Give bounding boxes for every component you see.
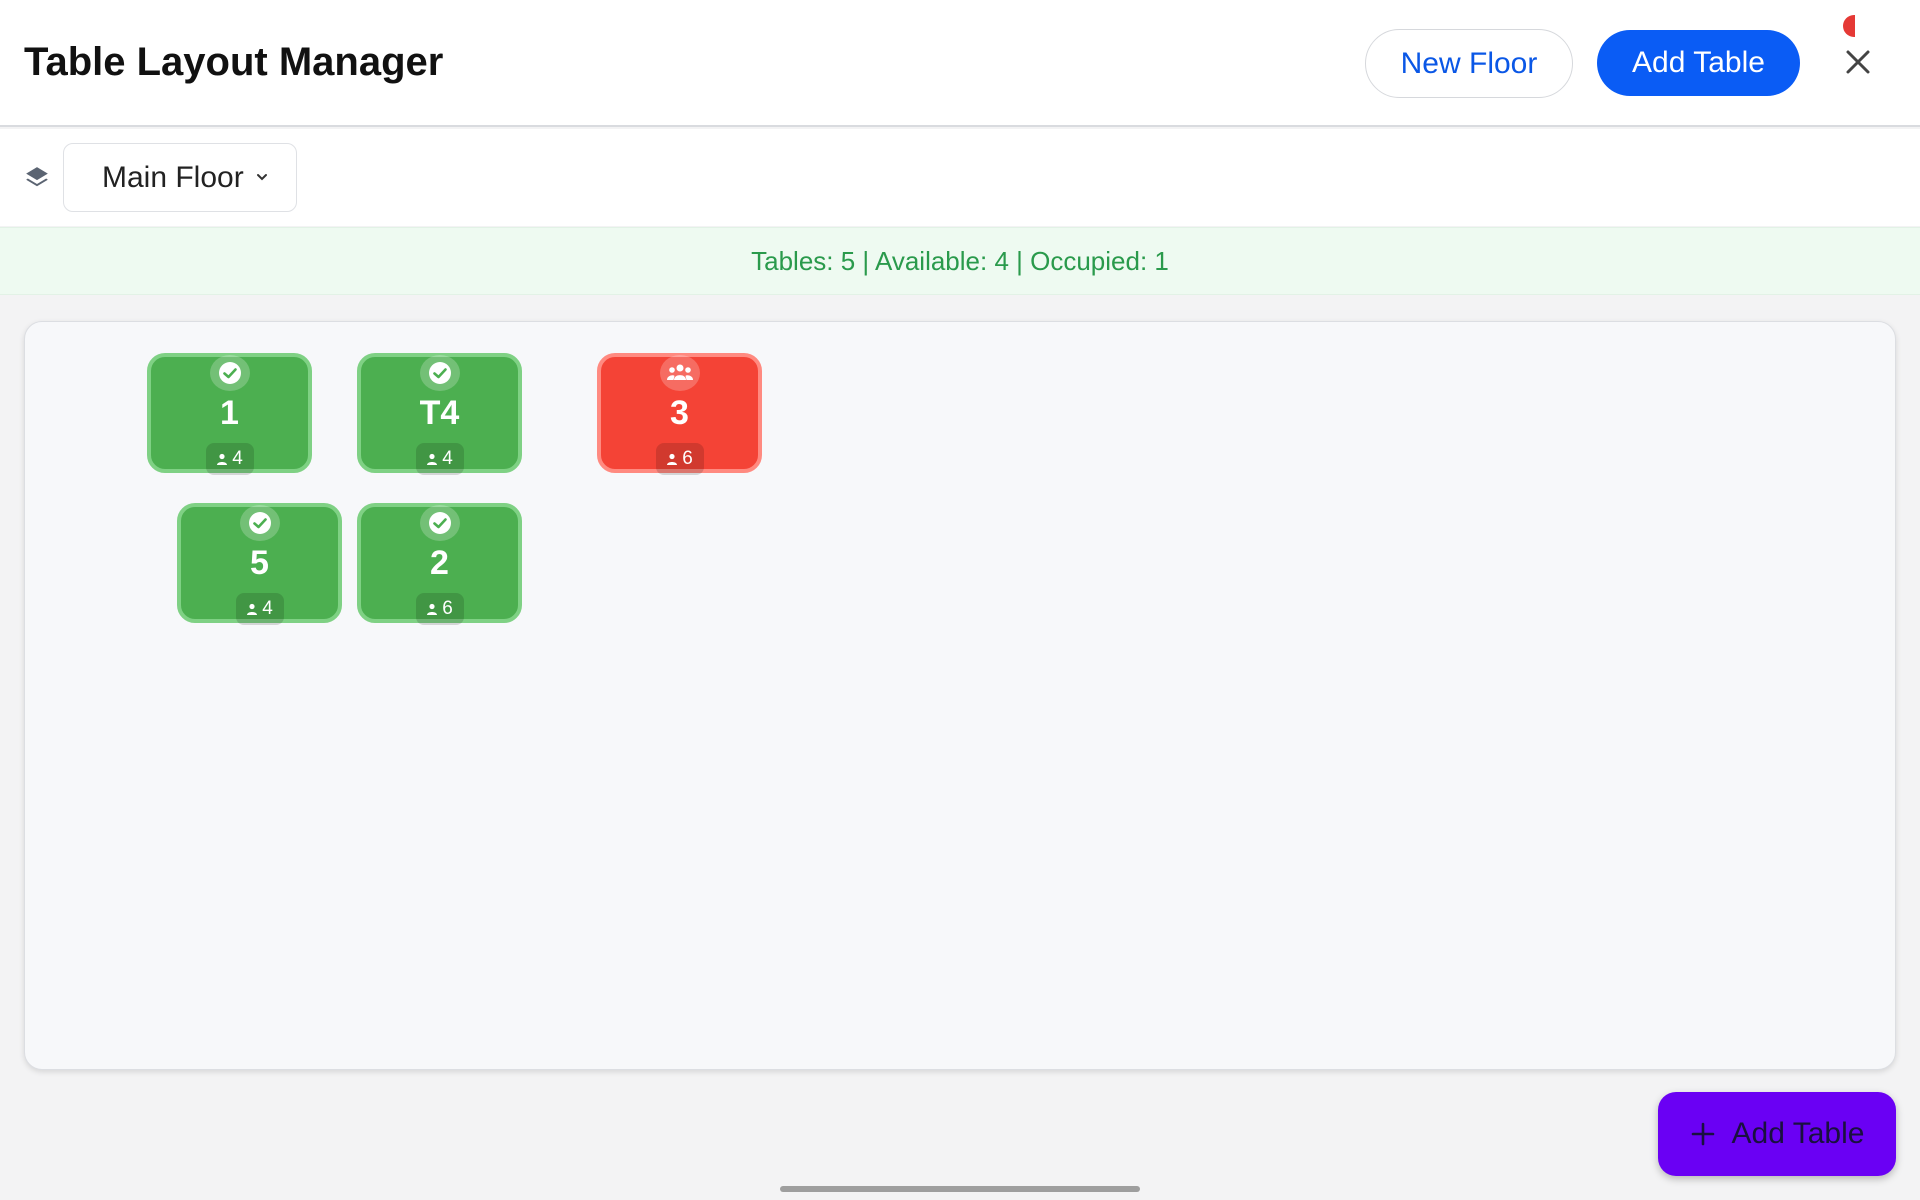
table-number: 2 xyxy=(430,543,449,582)
person-icon xyxy=(247,603,258,615)
table-number: 5 xyxy=(250,543,269,582)
table-stats-text: Tables: 5 | Available: 4 | Occupied: 1 xyxy=(751,245,1169,276)
notification-dot xyxy=(1843,15,1855,37)
capacity-badge: 4 xyxy=(415,443,464,475)
table-number: 3 xyxy=(670,393,689,432)
capacity-count: 4 xyxy=(442,448,453,469)
person-icon xyxy=(667,453,678,465)
table-card[interactable]: T4 4 xyxy=(357,353,522,475)
floor-dropdown[interactable]: Main Floor xyxy=(63,143,297,212)
check-circle-icon xyxy=(419,505,460,541)
add-table-fab[interactable]: Add Table xyxy=(1658,1092,1896,1176)
plus-icon xyxy=(1691,1122,1714,1146)
layout-canvas[interactable]: 1 4 T4 4 3 6 5 4 2 6 xyxy=(24,321,1896,1070)
capacity-badge: 6 xyxy=(655,443,704,475)
table-number: 1 xyxy=(220,393,239,432)
table-card[interactable]: 5 4 xyxy=(177,503,342,625)
app-header: Table Layout Manager New Floor Add Table xyxy=(0,0,1920,127)
capacity-count: 4 xyxy=(262,598,273,619)
person-icon xyxy=(217,453,228,465)
capacity-count: 6 xyxy=(442,598,453,619)
person-icon xyxy=(427,603,438,615)
close-icon xyxy=(1846,50,1870,74)
new-floor-button[interactable]: New Floor xyxy=(1365,29,1573,98)
check-circle-icon xyxy=(239,505,280,541)
layers-icon xyxy=(26,167,48,187)
table-card[interactable]: 2 6 xyxy=(357,503,522,625)
capacity-count: 4 xyxy=(232,448,243,469)
home-indicator[interactable] xyxy=(780,1186,1140,1192)
capacity-badge: 4 xyxy=(235,593,284,625)
table-card[interactable]: 1 4 xyxy=(147,353,312,475)
table-stats-bar: Tables: 5 | Available: 4 | Occupied: 1 xyxy=(0,227,1920,295)
add-table-fab-label: Add Table xyxy=(1731,1117,1865,1150)
page-title: Table Layout Manager xyxy=(24,40,444,84)
group-icon xyxy=(659,355,700,391)
person-icon xyxy=(427,453,438,465)
capacity-count: 6 xyxy=(682,448,693,469)
check-circle-icon xyxy=(209,355,250,391)
close-button[interactable] xyxy=(1836,40,1880,84)
add-table-button[interactable]: Add Table xyxy=(1597,30,1800,96)
capacity-badge: 6 xyxy=(415,593,464,625)
capacity-badge: 4 xyxy=(205,443,254,475)
floor-dropdown-label: Main Floor xyxy=(102,160,244,194)
table-number: T4 xyxy=(419,393,460,432)
chevron-down-icon xyxy=(257,174,267,181)
table-card[interactable]: 3 6 xyxy=(597,353,762,475)
check-circle-icon xyxy=(419,355,460,391)
